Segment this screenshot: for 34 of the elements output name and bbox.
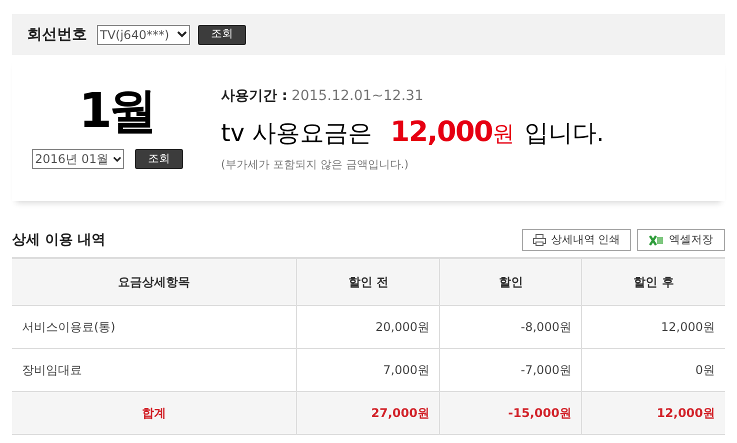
dropdown[interactable]: 2016년 01월 <box>32 149 124 169</box>
spreadsheet-icon <box>649 234 664 246</box>
table-cell: 장비임대료 <box>12 348 297 391</box>
charge-text: tv 사용요금은 <box>221 118 372 149</box>
table-cell: 12,000원 <box>582 391 725 434</box>
table-cell: -7,000원 <box>440 348 582 391</box>
table-cell: 27,000원 <box>296 391 440 434</box>
caret-icon <box>112 156 121 162</box>
table-cell: 서비스이용료(통) <box>12 305 297 348</box>
table-cell: -8,000원 <box>440 305 582 348</box>
section-title: 상세 이용 내역 <box>12 230 106 250</box>
table-cell: -15,000원 <box>440 391 582 434</box>
usage-period: 사용기간 : 2015.12.01~12.31 <box>221 87 424 106</box>
table-cell: 0원 <box>582 348 725 391</box>
dropdown[interactable]: TV(j640***) <box>97 24 190 44</box>
table-cell: 7,000원 <box>296 348 440 391</box>
charge-text: 입니다. <box>524 118 604 149</box>
excel-button[interactable]: 엑셀저장 <box>637 229 725 251</box>
column-header: 할인 후 <box>582 258 725 305</box>
print-button[interactable]: 상세내역 인쇄 <box>522 229 631 251</box>
search-button[interactable]: 조회 <box>198 24 246 44</box>
table-cell: 12,000원 <box>582 305 725 348</box>
charge-amount: 12,000원 <box>390 114 514 150</box>
vat-note: (부가세가 포함되지 않은 금액입니다.) <box>221 157 410 173</box>
field-label: 회선번호 <box>27 24 87 46</box>
column-header: 할인 <box>440 258 582 305</box>
printer-icon <box>532 234 546 246</box>
table-cell: 합계 <box>12 391 297 434</box>
column-header: 요금상세항목 <box>12 258 297 305</box>
month-heading: 1월 <box>78 83 154 139</box>
column-header: 할인 전 <box>296 258 440 305</box>
caret-icon <box>177 31 187 38</box>
table-cell: 20,000원 <box>296 305 440 348</box>
search-button[interactable]: 조회 <box>135 149 183 169</box>
